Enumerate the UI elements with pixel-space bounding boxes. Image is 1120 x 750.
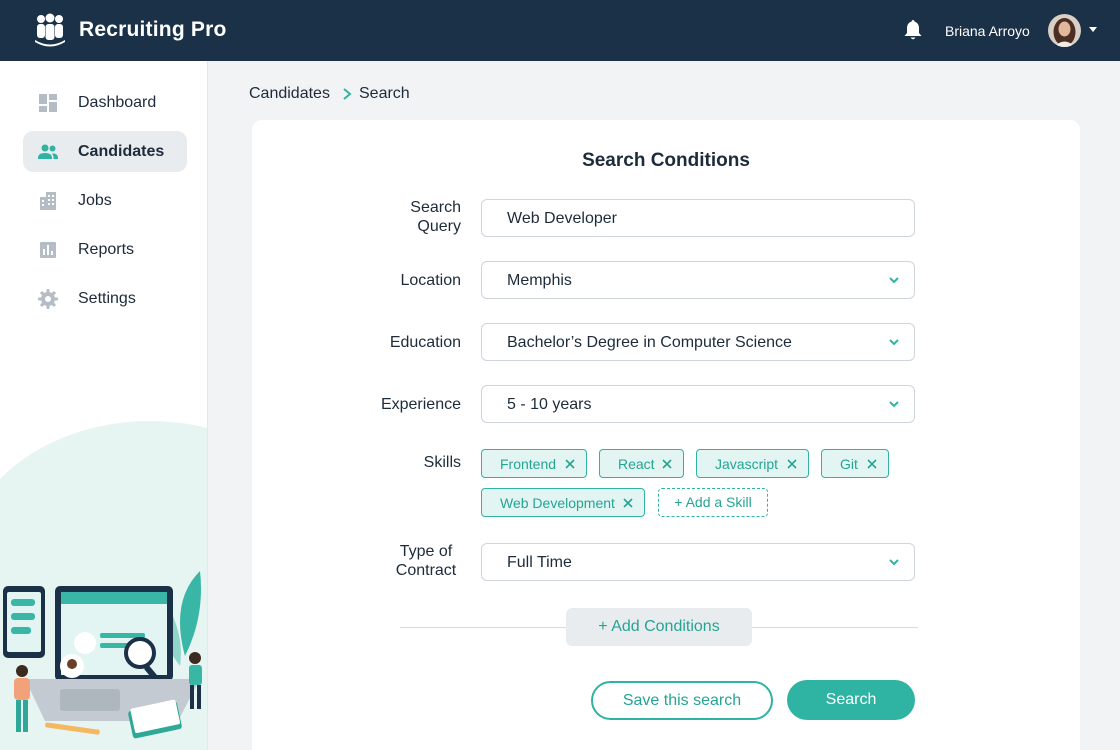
skill-chip[interactable]: Git xyxy=(821,449,889,478)
contract-select[interactable]: Full Time xyxy=(481,543,915,581)
contract-value: Full Time xyxy=(507,554,572,571)
skill-chip[interactable]: Web Development xyxy=(481,488,645,517)
notification-bell-icon[interactable] xyxy=(903,19,923,41)
remove-skill-icon[interactable] xyxy=(565,459,575,469)
recruiting-illustration xyxy=(0,421,207,750)
add-conditions-button[interactable]: + Add Conditions xyxy=(566,608,752,646)
experience-value: 5 - 10 years xyxy=(507,396,592,413)
education-select[interactable]: Bachelor’s Degree in Computer Science xyxy=(481,323,915,361)
remove-skill-icon[interactable] xyxy=(623,498,633,508)
remove-skill-icon[interactable] xyxy=(787,459,797,469)
bar-chart-icon xyxy=(40,242,56,258)
skill-chip-label: Frontend xyxy=(500,455,557,472)
dashboard-icon xyxy=(39,94,57,112)
sidebar-item-label: Dashboard xyxy=(78,94,157,111)
search-query-value: Web Developer xyxy=(507,210,617,227)
sidebar-item-candidates[interactable]: Candidates xyxy=(23,131,187,172)
chevron-right-icon xyxy=(343,88,352,100)
building-icon xyxy=(40,192,56,210)
sidebar-item-label: Settings xyxy=(78,290,136,307)
skill-chip-label: Javascript xyxy=(715,455,779,472)
sidebar-item-jobs[interactable]: Jobs xyxy=(23,180,187,221)
skill-chip[interactable]: React xyxy=(599,449,684,478)
avatar[interactable] xyxy=(1048,14,1081,47)
chevron-down-icon xyxy=(889,277,899,284)
chevron-down-icon xyxy=(889,401,899,408)
search-query-input[interactable]: Web Developer xyxy=(481,199,915,237)
skill-chip-label: React xyxy=(618,455,655,472)
avatar-image xyxy=(1048,14,1081,47)
sidebar-item-settings[interactable]: Settings xyxy=(23,278,187,319)
search-query-label: Search Query xyxy=(252,198,461,236)
skill-chip[interactable]: Frontend xyxy=(481,449,587,478)
search-conditions-card: Search Conditions Search Query Web Devel… xyxy=(252,120,1080,750)
education-label: Education xyxy=(389,334,461,351)
sidebar-item-reports[interactable]: Reports xyxy=(23,229,187,270)
experience-select[interactable]: 5 - 10 years xyxy=(481,385,915,423)
skill-chip-label: Git xyxy=(840,455,858,472)
breadcrumb-candidates[interactable]: Candidates xyxy=(249,85,330,103)
skill-chip-label: Web Development xyxy=(500,494,615,511)
team-logo-icon xyxy=(35,13,65,47)
sidebar-item-label: Reports xyxy=(78,241,135,258)
sidebar: Dashboard Candidates Jobs Reports Settin… xyxy=(0,61,208,750)
experience-label: Experience xyxy=(380,396,461,413)
people-icon xyxy=(38,144,58,159)
chevron-down-icon xyxy=(889,559,899,566)
save-search-button[interactable]: Save this search xyxy=(591,681,773,720)
app-title: Recruiting Pro xyxy=(79,18,227,41)
top-bar: Recruiting Pro Briana Arroyo xyxy=(0,0,1120,61)
sidebar-item-label: Jobs xyxy=(78,192,112,209)
gear-icon xyxy=(38,289,58,309)
sidebar-item-label: Candidates xyxy=(78,143,165,160)
remove-skill-icon[interactable] xyxy=(662,459,672,469)
skills-label: Skills xyxy=(423,454,461,471)
user-menu-caret-icon[interactable] xyxy=(1089,27,1097,32)
education-value: Bachelor’s Degree in Computer Science xyxy=(507,334,792,351)
location-label: Location xyxy=(400,272,462,289)
card-title: Search Conditions xyxy=(582,150,750,171)
location-select[interactable]: Memphis xyxy=(481,261,915,299)
remove-skill-icon[interactable] xyxy=(867,459,877,469)
contract-label: Type of Contract xyxy=(252,542,461,580)
add-skill-button[interactable]: + Add a Skill xyxy=(658,488,768,517)
search-button[interactable]: Search xyxy=(787,680,915,720)
user-name[interactable]: Briana Arroyo xyxy=(945,23,1030,39)
search-query-label-text: Search Query xyxy=(410,199,461,235)
chevron-down-icon xyxy=(889,339,899,346)
location-value: Memphis xyxy=(507,272,572,289)
breadcrumb-current: Search xyxy=(359,85,410,102)
sidebar-item-dashboard[interactable]: Dashboard xyxy=(23,82,187,123)
contract-label-text: Type of Contract xyxy=(395,543,457,579)
skill-chip[interactable]: Javascript xyxy=(696,449,809,478)
